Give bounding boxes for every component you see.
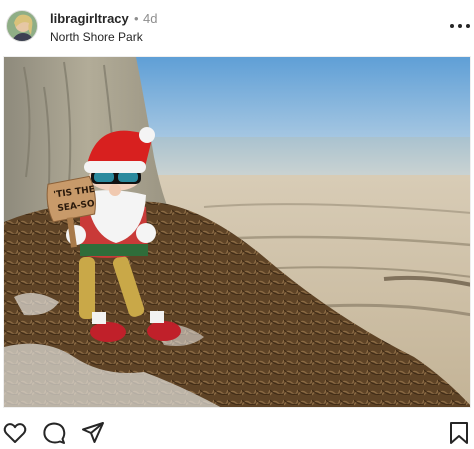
heart-icon[interactable] [2,420,28,446]
post-header: libragirltracy • 4d North Shore Park [0,0,474,56]
paper-plane-icon[interactable] [80,420,106,446]
separator-dot: • [134,11,139,26]
bookmark-icon[interactable] [446,420,472,446]
post-photo[interactable]: 'TIS THE SEA-SO [3,56,471,408]
more-options-icon[interactable] [450,24,470,30]
post-actions [0,414,474,449]
comment-icon[interactable] [41,420,67,446]
avatar-image [7,11,37,41]
post-age[interactable]: 4d [143,11,157,26]
photo-scene: 'TIS THE SEA-SO [4,57,470,407]
avatar[interactable] [6,10,38,42]
location-link[interactable]: North Shore Park [50,30,143,44]
username-link[interactable]: libragirltracy [50,11,129,26]
